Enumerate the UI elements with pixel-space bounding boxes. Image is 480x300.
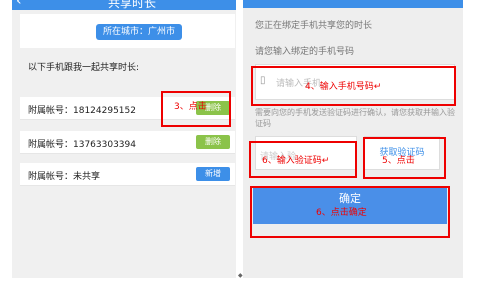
account-row: 附属帐号：未共享 新增 [20, 163, 235, 186]
account-label: 附属帐号：18124295152 [28, 106, 136, 116]
left-phone-screen: ‹ 共享时长 所在城市：广州市 以下手机跟我一起共享时长: 附属帐号：18124… [12, 0, 236, 278]
annotation-step6-code: 6、输入验证码↵ [262, 156, 330, 166]
back-arrow-icon[interactable]: ‹ [16, 0, 22, 9]
binding-intro: 您正在绑定手机共享您的时长 [255, 21, 373, 31]
add-button[interactable]: 新增 [196, 167, 230, 181]
account-label: 附属帐号：未共享 [28, 172, 101, 182]
phone-prompt: 请您输入绑定的手机号码 [255, 47, 355, 57]
delete-button[interactable]: 删除 [196, 135, 230, 149]
annotation-step6-confirm: 6、点击确定 [316, 208, 367, 218]
annotation-step4: 4、输入手机号码↵ [305, 82, 382, 92]
annotation-step5: 5、点击 [382, 156, 415, 166]
bottom-band [0, 278, 480, 300]
sms-description: 需要向您的手机发送验证码进行确认，请您获取并输入验证码 [255, 108, 455, 128]
annotation-step3: 3、点击 [174, 102, 207, 112]
account-label: 附属帐号：13763303394 [28, 140, 136, 150]
share-description: 以下手机跟我一起共享时长: [28, 63, 140, 73]
page-title: 共享时长 [107, 0, 156, 10]
header-bar: ‹ 共享时长 [12, 0, 236, 10]
city-card: 所在城市：广州市 [20, 14, 235, 48]
account-row: 附属帐号：13763303394 删除 [20, 131, 235, 154]
header-bar [243, 0, 463, 8]
city-badge: 所在城市：广州市 [96, 24, 182, 40]
